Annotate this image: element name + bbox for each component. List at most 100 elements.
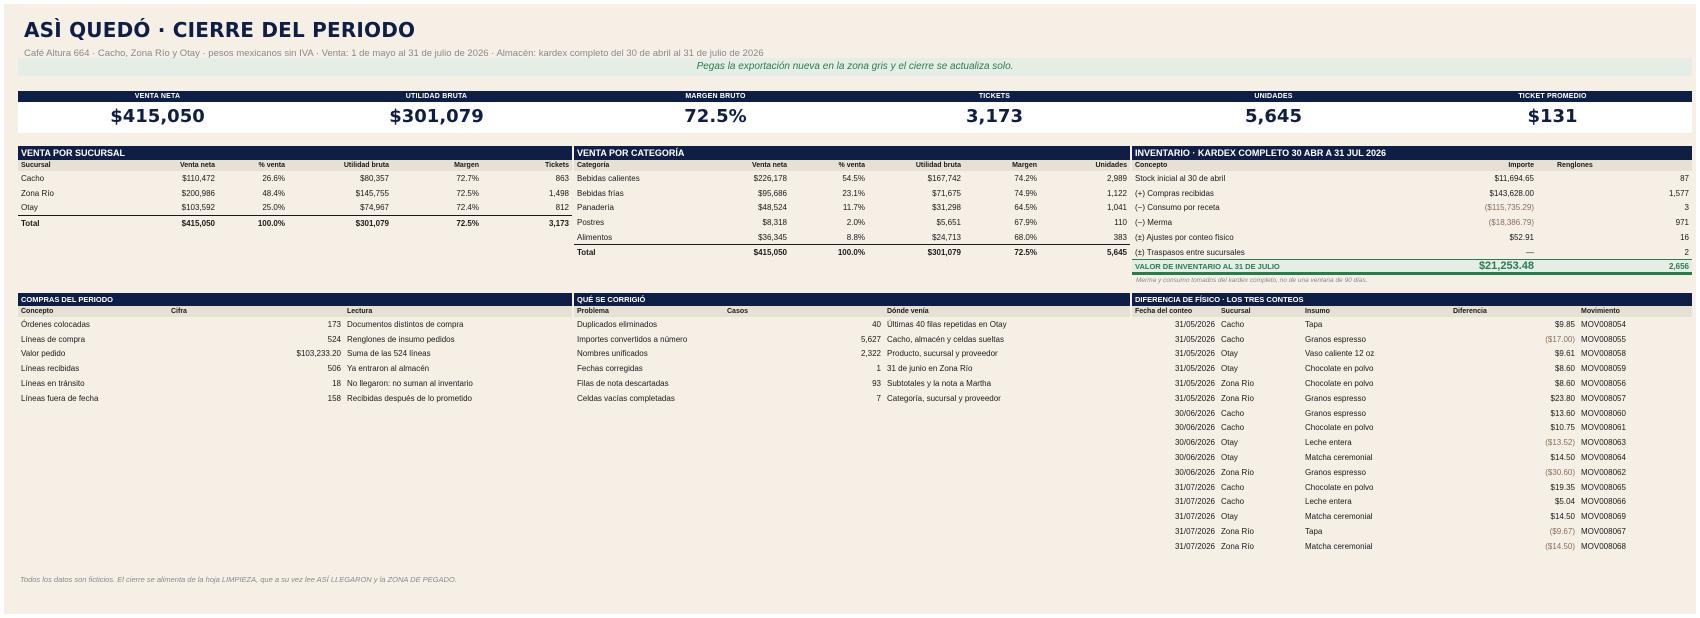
kpi-venta-neta: VENTA NETA $415,050 [18,91,297,133]
cell: 31/07/2026 [1174,512,1215,522]
kpi-label: UNIDADES [1134,91,1413,102]
col-header: Sucursal [1218,306,1302,317]
cell: $14.50 [1550,453,1575,463]
cell: 31/05/2026 [1174,334,1215,344]
cell: 2 [1684,247,1689,257]
cell: Otay [1221,438,1238,448]
cell: 31/05/2026 [1174,349,1215,359]
cell: $8,318 [762,218,787,228]
cell: 812 [555,203,569,213]
cell: ($115,735.29) [1484,203,1534,213]
cell: Otay [1221,349,1238,359]
cell: 30/06/2026 [1174,408,1215,418]
cell: Matcha ceremonial [1305,541,1373,551]
cell: $9.85 [1554,319,1575,329]
cell: $167,742 [927,173,961,183]
cell: Cacho [1221,408,1245,418]
cell: Chocolate en polvo [1305,482,1374,492]
cell: 31 de junio en Zona Río [887,364,973,374]
kpi-value: 5,645 [1134,102,1413,133]
cell: MOV008055 [1581,334,1626,344]
cell: $21,253.48 [1342,259,1537,276]
cell: MOV008054 [1581,319,1626,329]
page-title: ASÌ QUEDÓ · CIERRE DEL PERIODO [24,18,416,42]
cell: 72.5% [456,188,479,198]
cell: Otay [1221,364,1238,374]
kpi-label: UTILIDAD BRUTA [297,91,576,102]
cell: 1 [876,364,881,374]
inventario-panel: INVENTARIO · KARDEX COMPLETO 30 ABR A 31… [1132,146,1692,284]
table-row: Stock inicial al 30 de abril $11,694.65 … [1132,171,1692,186]
table-row: 30/06/2026 Zona Río Granos espresso ($30.60… [1132,465,1692,480]
table-row: 31/07/2026 Zona Río Tapa ($9.67) MOV008067 [1132,524,1692,539]
cell: MOV008063 [1581,438,1626,448]
cell: $143,628.00 [1489,188,1535,198]
categoria-table: Categoría Venta neta % venta Utilidad br… [574,160,1130,260]
col-header: Margen [392,160,482,171]
cell: 2,656 [1537,259,1692,276]
cell: Leche entera [1305,438,1352,448]
col-header: Diferencia [1450,306,1578,317]
kpi-label: VENTA NETA [18,91,297,102]
table-row: Cacho $110,472 26.6% $80,357 72.7% 863 [18,171,572,186]
cell: 31/05/2026 [1174,364,1215,374]
cell: 31/07/2026 [1174,527,1215,537]
table-row: 30/06/2026 Cacho Chocolate en polvo $10.75 M… [1132,421,1692,436]
cell: Renglones de insumo pedidos [347,334,455,344]
total-row: Total $415,050 100.0% $301,079 72.5% 3,1… [18,214,572,231]
cell: $23.80 [1550,393,1575,403]
cell: 8.8% [846,232,865,242]
cell: Alimentos [577,232,613,242]
cell: Importes convertidos a número [577,334,688,344]
cell: Suma de las 524 líneas [347,349,431,359]
kpi-value: $415,050 [18,102,297,133]
cell: MOV008068 [1581,541,1626,551]
panel-title: INVENTARIO · KARDEX COMPLETO 30 ABR A 31… [1132,146,1692,160]
table-row: 31/07/2026 Cacho Leche entera $5.04 MOV00806… [1132,495,1692,510]
cell: Órdenes colocadas [21,319,90,329]
kpi-tickets: TICKETS 3,173 [855,91,1134,133]
cell: Cacho [1221,497,1245,507]
sucursal-table: Sucursal Venta neta % venta Utilidad bru… [18,160,572,231]
cell: $5,651 [936,218,961,228]
cell: $103,592 [181,203,215,213]
cell: 31/07/2026 [1174,541,1215,551]
cell: Tapa [1305,319,1323,329]
cell: 5,627 [860,334,881,344]
cell: 971 [1675,218,1689,228]
compras-panel: COMPRAS DEL PERIODO Concepto Cifra Lectu… [18,293,572,406]
cell: Total [574,244,704,260]
table-row: 31/05/2026 Cacho Granos espresso ($17.00) MO… [1132,332,1692,347]
sucursal-panel: VENTA POR SUCURSAL Sucursal Venta neta %… [18,146,572,231]
table-row: 31/05/2026 Zona Río Chocolate en polvo $8.6… [1132,376,1692,391]
cell: Zona Río [1221,527,1254,537]
table-row: Líneas en tránsito 18 No llegaron: no su… [18,376,572,391]
cell: Zona Río [1221,541,1254,551]
cell: 100.0% [790,244,868,260]
col-header: Lectura [344,306,572,317]
cell: MOV008060 [1581,408,1626,418]
cell: Postres [577,218,605,228]
table-row: Líneas fuera de fecha 158 Recibidas desp… [18,391,572,406]
cell: 87 [1680,173,1689,183]
cell: MOV008065 [1581,482,1626,492]
cell: 72.5% [964,244,1040,260]
cell: 158 [327,393,341,403]
cell: 31/05/2026 [1174,393,1215,403]
table-row: Alimentos $36,345 8.8% $24,713 68.0% 383 [574,230,1130,245]
cell: 74.9% [1014,188,1037,198]
table-row: Bebidas calientes $226,178 54.5% $167,74… [574,171,1130,186]
cell: Chocolate en polvo [1305,423,1374,433]
cell: Duplicados eliminados [577,319,658,329]
kpi-label: MARGEN BRUTO [576,91,855,102]
cell: $10.75 [1550,423,1575,433]
cell: $226,178 [753,173,787,183]
cell: 31/05/2026 [1174,379,1215,389]
cell: 26.6% [262,173,285,183]
kpi-utilidad-bruta: UTILIDAD BRUTA $301,079 [297,91,576,133]
cell: 18 [332,379,341,389]
cell: Otay [21,203,38,213]
cell: Granos espresso [1305,408,1366,418]
cell: $71,675 [932,188,961,198]
col-header: Fecha del conteo [1132,306,1218,317]
